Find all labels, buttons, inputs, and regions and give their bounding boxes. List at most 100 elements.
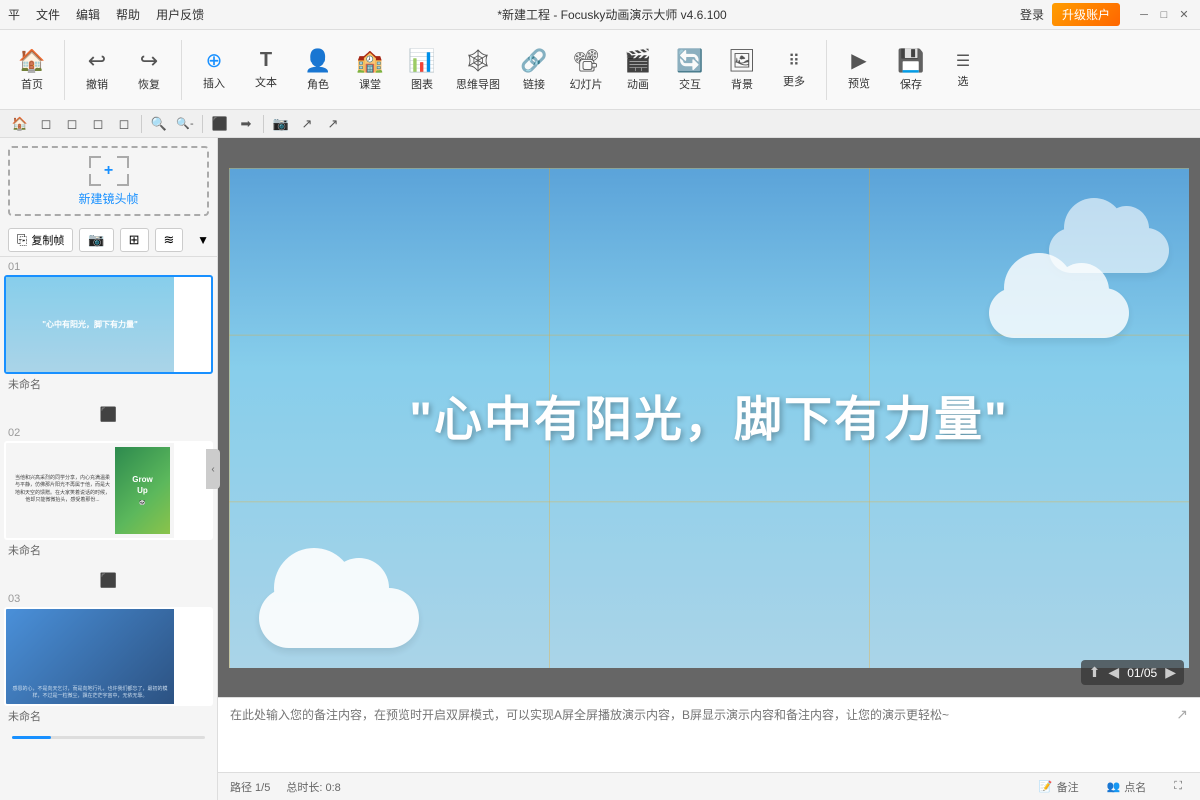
menu-ping[interactable]: 平 [8,6,20,23]
more-frame-button[interactable]: ≋ [155,228,184,252]
toolbar-more-label: 更多 [783,73,805,89]
slide-thumb-2[interactable]: 当他和兴高采烈的同学分享，内心充满温柔与平静，仿佛那片阳光不再属于他，而是大地和… [4,441,213,540]
minimize-button[interactable]: ─ [1136,7,1152,23]
slide-sep-1: ⬛ [4,402,213,427]
slide2-text: 当他和兴高采烈的同学分享，内心充满温柔与平静，仿佛那片阳光不再属于他，而是大地和… [10,471,115,511]
upgrade-button[interactable]: 升级账户 [1052,3,1120,26]
toolbar-chart[interactable]: 📊 图表 [398,44,446,96]
menu-edit[interactable]: 编辑 [76,6,100,23]
toolbar-preview[interactable]: ▶ 预览 [835,44,883,95]
title-bar: 平 文件 编辑 帮助 用户反馈 *新建工程 - Focusky动画演示大师 v4… [0,0,1200,30]
prev-page-icon[interactable]: ◀ [1108,664,1119,681]
frame-resize-icon[interactable]: ◻ [60,112,84,136]
slide-preview-2: 当他和兴高采烈的同学分享，内心充满温柔与平静，仿佛那片阳光不再属于他，而是大地和… [6,443,174,538]
fullscreen-status-icon: ⛶ [1174,780,1182,793]
panel-toggle-button[interactable]: ‹ [206,449,220,489]
main-canvas[interactable]: "心中有阳光，脚下有力量" [229,168,1189,668]
toolbar-insert[interactable]: ⊕ 插入 [190,44,238,95]
progress-bar [12,736,205,739]
notes-expand-icon[interactable]: ↗ [1176,706,1188,723]
redo-icon: ↪ [140,48,158,74]
menu-file[interactable]: 文件 [36,6,60,23]
icon-sep-2 [202,115,203,133]
toolbar-sep-1 [64,40,65,100]
expand-icon[interactable]: ↗ [295,112,319,136]
toolbar-background-label: 背景 [731,76,753,92]
capture-icon[interactable]: 📷 [269,112,293,136]
status-bar: 路径 1/5 总时长: 0:8 📝 备注 👥 点名 ⛶ [218,772,1200,800]
sep-icon-1: ⬛ [100,406,117,422]
expand-frame-icon: ⊞ [129,232,140,248]
frame-move-icon[interactable]: ◻ [86,112,110,136]
character-icon: 👤 [304,48,331,74]
zoom-out-icon[interactable]: 🔍- [173,112,197,136]
slide-thumb-3[interactable]: 感恩的心，不是向天乞讨，而是向地行礼，也许我们都忘了，最初的模样，不过是一粒微尘… [4,607,213,706]
toolbar-text[interactable]: T 文本 [242,45,290,94]
slide-label-1: 未命名 [4,374,213,394]
new-frame-plus-icon: + [104,162,113,180]
toolbar-select-label: 选 [958,73,969,89]
login-button[interactable]: 登录 [1020,6,1044,23]
slide-item-3: 03 感恩的心，不是向天乞讨，而是向地行礼，也许我们都忘了，最初的模样，不过是一… [4,593,213,726]
slide-label-3: 未命名 [4,706,213,726]
menu-feedback[interactable]: 用户反馈 [156,6,204,23]
notes-textarea[interactable] [230,706,1168,764]
mindmap-icon: 🕸 [464,48,492,74]
toolbar-mindmap-label: 思维导图 [456,76,500,92]
toolbar-animation[interactable]: 🎬 动画 [614,44,662,96]
toolbar-insert-label: 插入 [203,75,225,91]
toolbar-classroom[interactable]: 🏫 课堂 [346,44,394,96]
toolbar-more[interactable]: ⠿ 更多 [770,47,818,93]
expand-frame-button[interactable]: ⊞ [120,228,149,252]
fit-icon[interactable]: ⬛ [208,112,232,136]
slide-thumb-1[interactable]: "心中有阳光，脚下有力量" [4,275,213,374]
toolbar-save-label: 保存 [900,76,922,92]
zoom-in-icon[interactable]: 🔍 [147,112,171,136]
upload-icon[interactable]: ⬆ [1089,664,1101,681]
title-right-actions: 登录 升级账户 ─ □ ✕ [1020,3,1192,26]
icon-sep-3 [263,115,264,133]
toolbar-link[interactable]: 🔗 链接 [510,44,558,96]
slide2-image: GrowUp 🐼 [115,447,170,534]
toolbar-save[interactable]: 💾 保存 [887,44,935,96]
main-content: + 新建镜头帧 ⎘ 复制帧 📷 ⊞ ≋ ▼ 01 [0,138,1200,800]
toolbar-interact[interactable]: 🔄 交互 [666,44,714,96]
cloud-shape-3 [989,288,1129,338]
new-frame-button[interactable]: + 新建镜头帧 [8,146,209,216]
toolbar-mindmap[interactable]: 🕸 思维导图 [450,44,506,96]
animation-icon: 🎬 [624,48,651,74]
slide-sep-2: ⬛ [4,568,213,593]
frame-select-icon[interactable]: ◻ [34,112,58,136]
notes-area: ↗ [218,697,1200,772]
copy-frame-button[interactable]: ⎘ 复制帧 [8,228,73,252]
panel-collapse-icon[interactable]: ▼ [197,233,209,247]
maximize-button[interactable]: □ [1156,7,1172,23]
home-nav-icon[interactable]: 🏠 [8,112,32,136]
toolbar-redo[interactable]: ↪ 恢复 [125,44,173,96]
toolbar-home[interactable]: 🏠 首页 [8,44,56,96]
camera-icon: 📷 [88,232,104,248]
points-status-button[interactable]: 👥 点名 [1101,777,1153,797]
canvas-main-text: "心中有阳光，脚下有力量" [409,379,1009,449]
slide-item-1: 01 "心中有阳光，脚下有力量" 未命名 [4,261,213,394]
icon-toolbar: 🏠 ◻ ◻ ◻ ◻ 🔍 🔍- ⬛ ➡ 📷 ↗ ↗ [0,110,1200,138]
camera-frame-button[interactable]: 📷 [79,228,113,252]
menu-help[interactable]: 帮助 [116,6,140,23]
new-frame-label: 新建镜头帧 [78,190,138,207]
left-panel: + 新建镜头帧 ⎘ 复制帧 📷 ⊞ ≋ ▼ 01 [0,138,218,800]
next-page-icon[interactable]: ▶ [1165,664,1176,681]
toolbar-background[interactable]: 🖼 背景 [718,44,766,96]
toolbar-character[interactable]: 👤 角色 [294,44,342,96]
toolbar-undo[interactable]: ↩ 撤销 [73,44,121,96]
page-status: 路径 1/5 [230,779,270,795]
fullscreen-icon[interactable]: ↗ [321,112,345,136]
close-button[interactable]: ✕ [1176,7,1192,23]
toolbar-select[interactable]: ☰ 选 [939,47,987,93]
frame-rotate-icon[interactable]: ◻ [112,112,136,136]
cloud-shape-1 [259,588,419,648]
fullscreen-status-button[interactable]: ⛶ [1168,778,1188,795]
notes-status-button[interactable]: 📝 备注 [1033,777,1085,797]
toolbar-slideshow[interactable]: 📽 幻灯片 [562,44,610,96]
align-icon[interactable]: ➡ [234,112,258,136]
classroom-icon: 🏫 [356,48,383,74]
